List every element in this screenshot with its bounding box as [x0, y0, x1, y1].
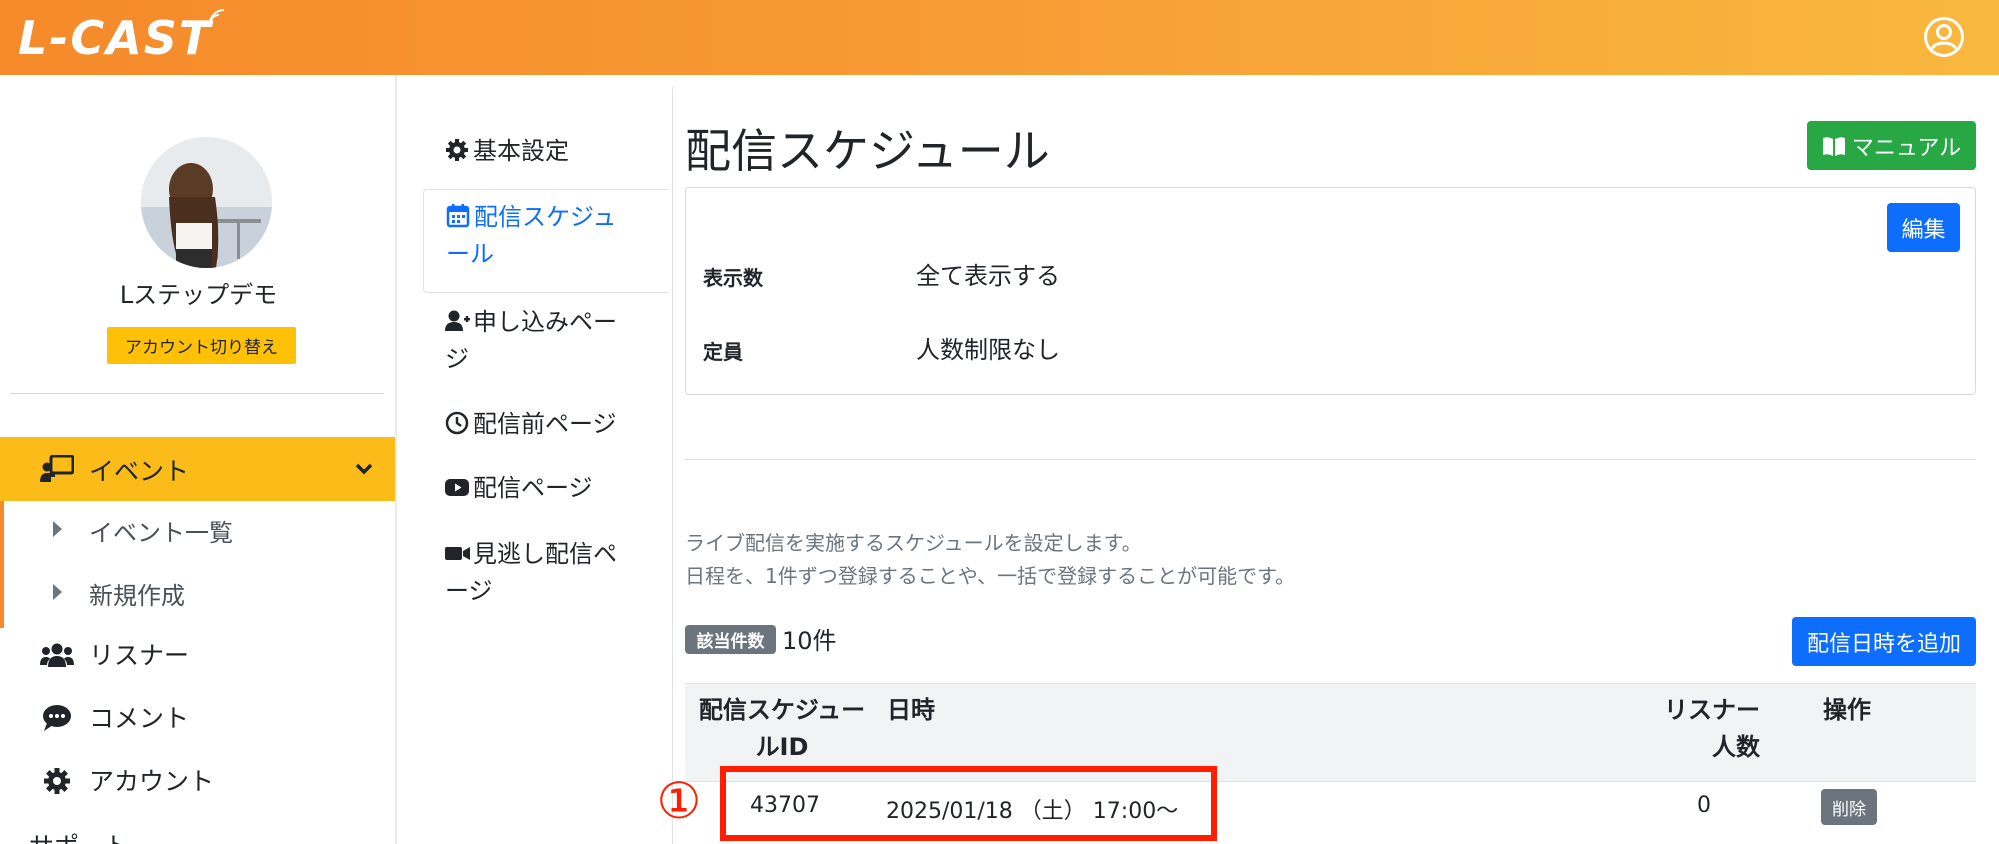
- tab-label: 配信前ページ: [473, 410, 617, 438]
- youtube-icon: [445, 475, 471, 499]
- annotation-number: ①: [650, 772, 708, 830]
- button-label: マニュアル: [1852, 130, 1961, 162]
- sidebar-item-new-event[interactable]: 新規作成: [0, 564, 397, 620]
- users-icon: [40, 641, 74, 669]
- sidebar-item-account[interactable]: アカウント: [0, 750, 397, 810]
- avatar-photo: [141, 137, 272, 268]
- tab-label: 申し込みペー: [473, 308, 617, 336]
- comment-icon: [40, 704, 74, 732]
- header-text: 配信スケジュー: [699, 696, 865, 724]
- clock-icon: [445, 411, 471, 435]
- tab-application-page[interactable]: 申し込みペー ジ: [423, 304, 669, 378]
- avatar: [141, 137, 272, 268]
- display-settings-card: 編集 表示数 全て表示する 定員 人数制限なし: [685, 187, 1976, 395]
- highlight-box: [720, 766, 1217, 841]
- description-line: 日程を、1件ずつ登録することや、一括で登録することが可能です。: [685, 560, 1295, 589]
- tab-pre-stream-page[interactable]: 配信前ページ: [423, 406, 669, 443]
- tab-stream-page[interactable]: 配信ページ: [423, 470, 669, 507]
- user-profile-icon[interactable]: [1923, 16, 1965, 58]
- sidebar-item-event-list[interactable]: イベント一覧: [0, 501, 397, 557]
- delete-button[interactable]: 削除: [1821, 789, 1877, 825]
- calendar-icon: [446, 204, 472, 228]
- result-count-badge: 該当件数: [685, 625, 776, 654]
- section-divider: [685, 459, 1976, 460]
- setting-value-display-count: 全て表示する: [916, 256, 1060, 291]
- sidebar-item-label: サポート: [29, 827, 129, 844]
- tab-basic-settings[interactable]: 基本設定: [423, 133, 669, 170]
- sidebar-item-label: コメント: [89, 699, 189, 735]
- tab-label: 配信スケジュ: [474, 203, 616, 231]
- tab-schedule[interactable]: 配信スケジュ ール: [423, 189, 669, 293]
- gear-icon: [445, 138, 471, 162]
- main-content: 配信スケジュール マニュアル 編集 表示数 全て表示する 定員 人数制限なし ラ…: [685, 75, 1979, 844]
- description-line: ライブ配信を実施するスケジュールを設定します。: [685, 527, 1142, 556]
- tab-label: 基本設定: [473, 137, 569, 165]
- sidebar-item-label: イベント一覧: [89, 513, 233, 548]
- tab-label: 見逃し配信ペ: [473, 540, 617, 568]
- broadcast-icon: [208, 8, 226, 26]
- top-header-bar: L-CAST: [0, 0, 1999, 75]
- sidebar-item-label: アカウント: [89, 762, 214, 798]
- manual-button[interactable]: マニュアル: [1807, 121, 1976, 170]
- tab-label: 配信ページ: [473, 474, 593, 502]
- switch-account-button[interactable]: アカウント切り替え: [107, 327, 296, 364]
- video-camera-icon: [445, 541, 471, 565]
- tab-replay-page[interactable]: 見逃し配信ペ ージ: [423, 536, 669, 610]
- chevron-down-icon[interactable]: [354, 459, 374, 479]
- sidebar-item-label: リスナー: [89, 636, 189, 672]
- col-datetime[interactable]: 日時: [887, 692, 935, 729]
- presentation-icon: [40, 455, 74, 483]
- gear-icon: [40, 767, 74, 795]
- col-schedule-id[interactable]: 配信スケジュー ルID: [692, 692, 872, 766]
- setting-label-display-count: 表示数: [703, 262, 763, 291]
- edit-button[interactable]: 編集: [1887, 203, 1960, 252]
- settings-tab-column: 基本設定 配信スケジュ ール 申し込みペー ジ 配信前ページ 配信ページ: [397, 75, 673, 844]
- add-schedule-button[interactable]: 配信日時を追加: [1792, 617, 1976, 666]
- sidebar-item-event[interactable]: イベント: [0, 437, 397, 501]
- l-cast-logo[interactable]: L-CAST: [18, 8, 212, 68]
- table-cell-listeners: 0: [1591, 793, 1711, 818]
- col-actions: 操作: [1823, 692, 1871, 729]
- sidebar-item-comments[interactable]: コメント: [0, 687, 397, 747]
- book-open-icon: [1822, 135, 1846, 157]
- tab-label: ジ: [445, 345, 469, 373]
- user-plus-icon: [445, 309, 471, 333]
- sidebar-divider: [10, 393, 384, 394]
- tab-divider: [672, 87, 673, 844]
- sidebar-item-listeners[interactable]: リスナー: [0, 624, 397, 684]
- header-text: 人数: [1712, 733, 1760, 761]
- header-text: ルID: [756, 733, 809, 761]
- caret-right-icon: [53, 584, 62, 600]
- tab-label: ージ: [445, 577, 493, 605]
- caret-right-icon: [53, 521, 62, 537]
- result-count-value: 10件: [782, 621, 837, 656]
- sidebar-item-support[interactable]: サポート: [0, 815, 337, 844]
- col-listener-count[interactable]: リスナー 人数: [1610, 692, 1760, 766]
- left-sidebar: Lステップデモ アカウント切り替え イベント イベント一覧 新規作成 リスナー: [0, 75, 397, 844]
- page-title: 配信スケジュール: [685, 115, 1050, 181]
- setting-value-capacity: 人数制限なし: [916, 330, 1060, 365]
- account-name: Lステップデモ: [0, 275, 397, 310]
- sidebar-item-label: 新規作成: [89, 576, 185, 611]
- tab-label: ール: [446, 240, 494, 268]
- header-text: リスナー: [1664, 696, 1760, 724]
- setting-label-capacity: 定員: [703, 336, 743, 365]
- sidebar-item-label: イベント: [89, 452, 189, 488]
